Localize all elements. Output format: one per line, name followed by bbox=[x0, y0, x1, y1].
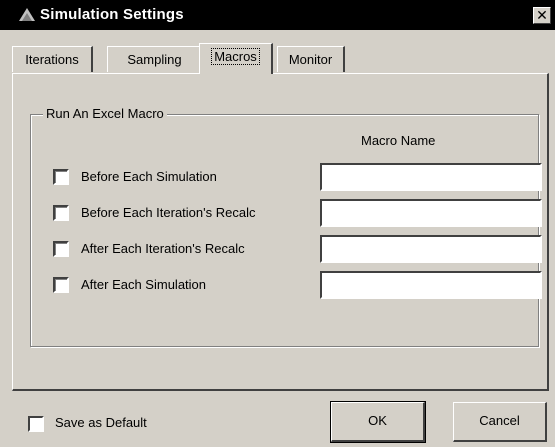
macro-row-after-iteration: After Each Iteration's Recalc bbox=[31, 235, 542, 265]
before-simulation-checkbox[interactable] bbox=[53, 169, 69, 185]
save-default-checkbox[interactable] bbox=[28, 416, 44, 432]
before-simulation-label: Before Each Simulation bbox=[81, 169, 217, 184]
after-simulation-label: After Each Simulation bbox=[81, 277, 207, 292]
simulation-settings-dialog: Simulation Settings ✕ Iterations Samplin… bbox=[0, 0, 555, 447]
macro-name-header: Macro Name bbox=[361, 133, 436, 148]
group-label: Run An Excel Macro bbox=[43, 106, 167, 121]
cancel-button[interactable]: Cancel bbox=[453, 402, 547, 442]
macro-row-before-simulation: Before Each Simulation bbox=[31, 163, 542, 193]
before-iteration-checkbox[interactable] bbox=[53, 205, 69, 221]
application-icon bbox=[19, 8, 35, 21]
tab-macros[interactable]: Macros bbox=[199, 43, 273, 74]
tab-macros-label: Macros bbox=[211, 48, 260, 65]
save-default-label: Save as Default bbox=[55, 415, 147, 430]
ok-button[interactable]: OK bbox=[330, 401, 426, 443]
title-bar[interactable]: Simulation Settings ✕ bbox=[0, 0, 555, 30]
after-iteration-checkbox[interactable] bbox=[53, 241, 69, 257]
before-iteration-label: Before Each Iteration's Recalc bbox=[81, 205, 256, 220]
after-simulation-checkbox[interactable] bbox=[53, 277, 69, 293]
macro-row-before-iteration: Before Each Iteration's Recalc bbox=[31, 199, 542, 229]
window-title: Simulation Settings bbox=[40, 6, 184, 23]
close-button[interactable]: ✕ bbox=[533, 7, 551, 24]
before-simulation-macro-input[interactable] bbox=[320, 163, 542, 191]
after-simulation-macro-input[interactable] bbox=[320, 271, 542, 299]
before-iteration-macro-input[interactable] bbox=[320, 199, 542, 227]
run-excel-macro-group: Run An Excel Macro Macro Name Before Eac… bbox=[30, 106, 542, 347]
macro-row-after-simulation: After Each Simulation bbox=[31, 271, 542, 301]
tab-sampling[interactable]: Sampling bbox=[107, 46, 203, 72]
tab-iterations[interactable]: Iterations bbox=[12, 46, 93, 72]
after-iteration-macro-input[interactable] bbox=[320, 235, 542, 263]
tab-monitor[interactable]: Monitor bbox=[277, 46, 345, 72]
after-iteration-label: After Each Iteration's Recalc bbox=[81, 241, 245, 256]
macros-panel: Run An Excel Macro Macro Name Before Eac… bbox=[12, 73, 549, 391]
